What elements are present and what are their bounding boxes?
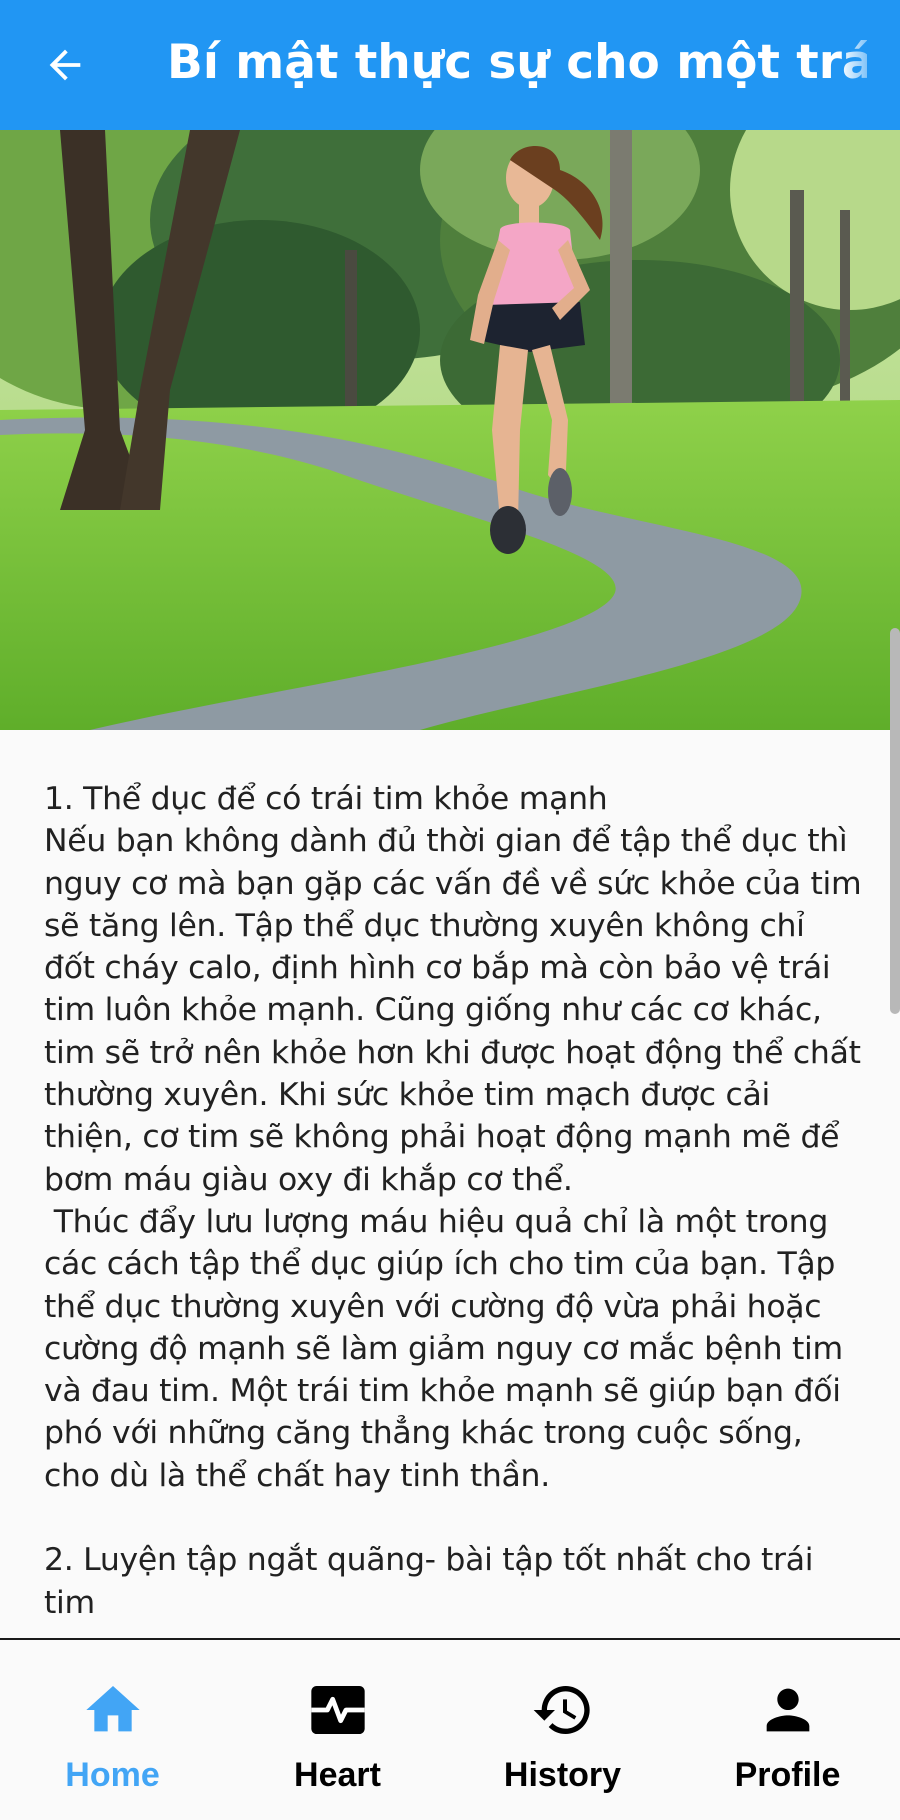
person-icon [766, 1688, 809, 1732]
nav-history-label: History [503, 1756, 622, 1794]
photo-woman-jogging-park [0, 130, 900, 730]
bottom-navigation: Home Heart History Profile [0, 1638, 900, 1820]
title-fade [840, 0, 900, 130]
app-bar: Bí mật thực sự cho một trái tim khỏe mạn… [0, 0, 900, 130]
page-title: Bí mật thực sự cho một trái tim khỏe mạn… [167, 35, 867, 90]
nav-heart-label: Heart [294, 1756, 381, 1794]
article-body: 1. Thể dục để có trái tim khỏe mạnh Nếu … [44, 781, 862, 1621]
arrow-back-icon [49, 49, 81, 81]
nav-home-label: Home [65, 1756, 160, 1794]
history-icon [533, 1686, 590, 1734]
nav-heart[interactable]: Heart [225, 1640, 450, 1820]
home-icon [85, 1686, 140, 1732]
article-hero-image [0, 130, 900, 730]
nav-history[interactable]: History [450, 1640, 675, 1820]
nav-profile-label: Profile [734, 1756, 841, 1794]
heart-monitor-icon [310, 1686, 365, 1734]
scrollbar[interactable] [890, 628, 900, 1014]
back-button[interactable] [30, 30, 100, 100]
nav-home[interactable]: Home [0, 1640, 225, 1820]
nav-profile[interactable]: Profile [675, 1640, 900, 1820]
